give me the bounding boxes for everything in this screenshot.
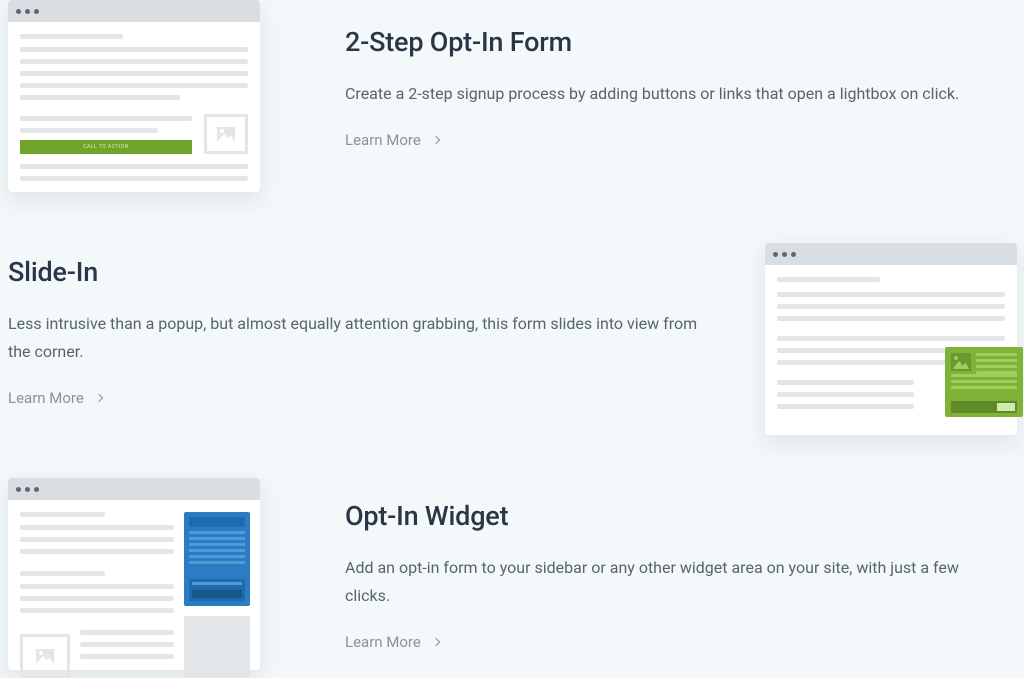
- window-topbar: [8, 478, 260, 500]
- chevron-right-icon: [432, 136, 440, 144]
- feature-text-block: 2-Step Opt-In Form Create a 2-step signu…: [345, 26, 995, 149]
- window-dot-icon: [791, 252, 796, 257]
- widget-card-icon: [184, 512, 250, 606]
- window-dot-icon: [34, 487, 39, 492]
- sidebar-placeholder: [184, 616, 250, 678]
- feature-title: Opt-In Widget: [345, 500, 995, 532]
- illustration-slide-in: [765, 243, 1017, 435]
- image-placeholder-icon: [204, 114, 248, 154]
- image-placeholder-icon: [20, 634, 70, 678]
- window-topbar: [8, 0, 260, 22]
- illustration-cta-button: CALL TO ACTION: [20, 140, 192, 154]
- feature-description: Add an opt-in form to your sidebar or an…: [345, 554, 995, 610]
- learn-more-link[interactable]: Learn More: [345, 131, 439, 149]
- window-topbar: [765, 243, 1017, 265]
- window-dot-icon: [16, 487, 21, 492]
- chevron-right-icon: [95, 394, 103, 402]
- feature-text-block: Slide-In Less intrusive than a popup, bu…: [8, 256, 718, 407]
- feature-text-block: Opt-In Widget Add an opt-in form to your…: [345, 500, 995, 651]
- window-dot-icon: [34, 9, 39, 14]
- illustration-two-step-optin: CALL TO ACTION: [8, 0, 260, 192]
- image-placeholder-icon: [951, 353, 971, 371]
- feature-description: Create a 2-step signup process by adding…: [345, 80, 995, 108]
- window-dot-icon: [25, 487, 30, 492]
- window-dot-icon: [773, 252, 778, 257]
- slide-in-card-icon: [945, 347, 1023, 417]
- feature-description: Less intrusive than a popup, but almost …: [8, 310, 718, 366]
- window-dot-icon: [16, 9, 21, 14]
- illustration-optin-widget: [8, 478, 260, 670]
- window-dot-icon: [25, 9, 30, 14]
- feature-title: 2-Step Opt-In Form: [345, 26, 995, 58]
- window-dot-icon: [782, 252, 787, 257]
- learn-more-link[interactable]: Learn More: [8, 389, 102, 407]
- feature-title: Slide-In: [8, 256, 718, 288]
- learn-more-label: Learn More: [345, 633, 421, 651]
- chevron-right-icon: [432, 638, 440, 646]
- learn-more-link[interactable]: Learn More: [345, 633, 439, 651]
- learn-more-label: Learn More: [8, 389, 84, 407]
- learn-more-label: Learn More: [345, 131, 421, 149]
